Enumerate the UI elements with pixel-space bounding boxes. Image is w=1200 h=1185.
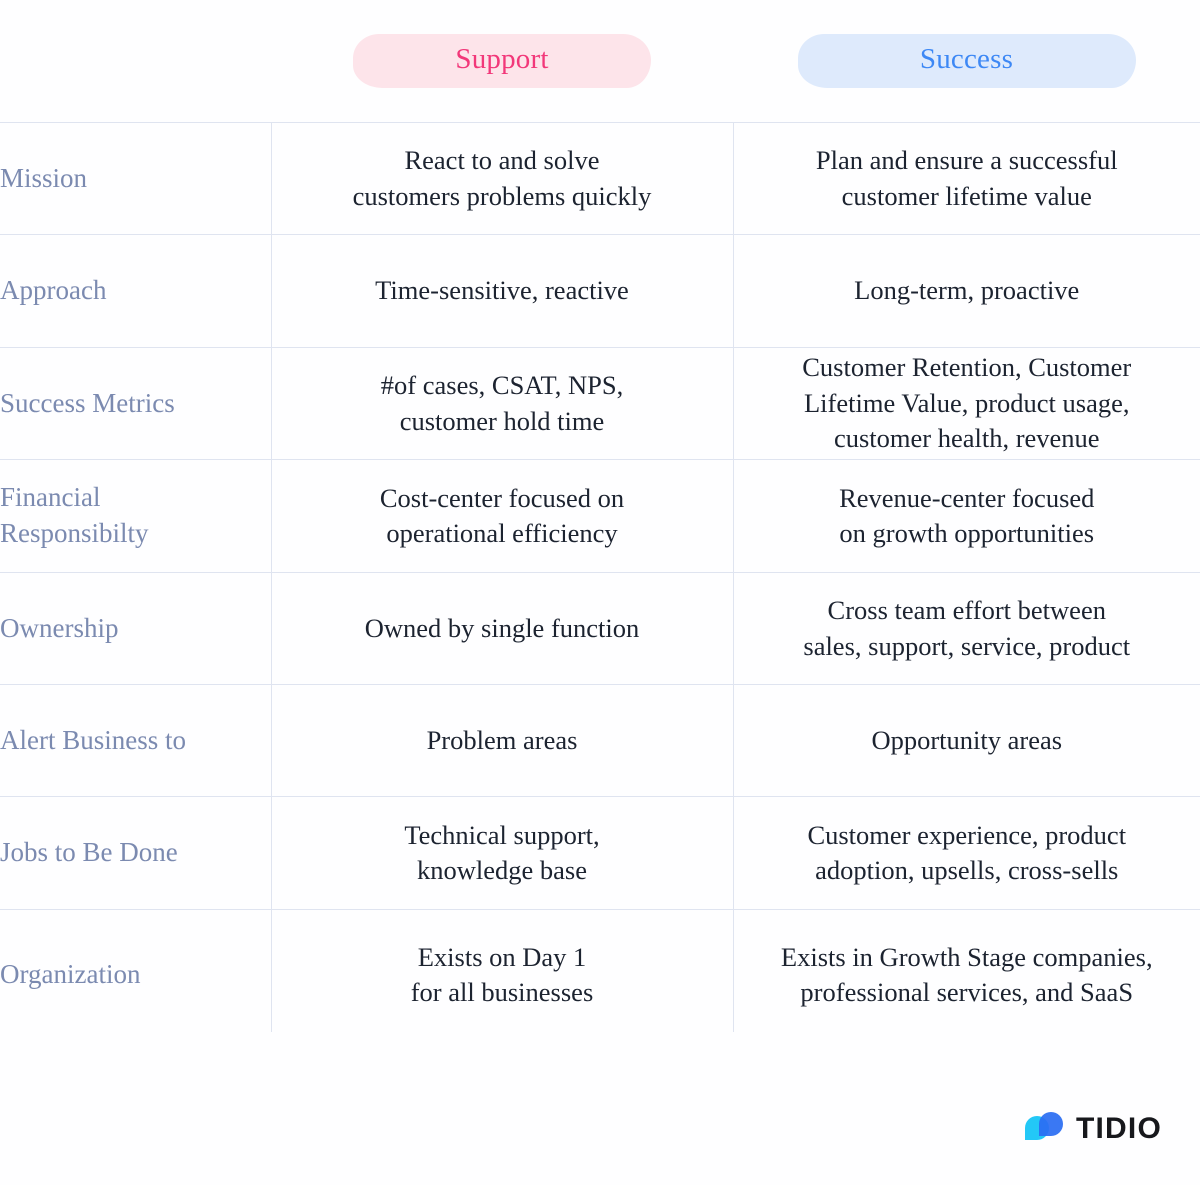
cell-success-financial-responsibility: Revenue-center focused on growth opportun… bbox=[733, 459, 1200, 573]
cell-success-alert-business-to: Opportunity areas bbox=[733, 684, 1200, 797]
cell-support-ownership: Owned by single function bbox=[271, 572, 733, 685]
row-label-organization: Organization bbox=[0, 909, 271, 1041]
table-row: Success Metrics #of cases, CSAT, NPS, cus… bbox=[0, 347, 1200, 460]
cell-support-financial-responsibility: Cost-center focused on operational effici… bbox=[271, 459, 733, 573]
cell-support-mission: React to and solve customers problems qui… bbox=[271, 122, 733, 235]
header-label-spacer bbox=[0, 0, 271, 122]
cell-success-approach: Long-term, proactive bbox=[733, 234, 1200, 348]
tidio-logo: TIDIO bbox=[1023, 1110, 1162, 1148]
cell-support-alert-business-to: Problem areas bbox=[271, 684, 733, 797]
tidio-wordmark: TIDIO bbox=[1076, 1112, 1162, 1145]
table-header-row: Support Success bbox=[0, 0, 1200, 122]
cell-support-jobs-to-be-done: Technical support, knowledge base bbox=[271, 796, 733, 910]
cell-success-ownership: Cross team effort between sales, support,… bbox=[733, 572, 1200, 685]
table-row: Organization Exists on Day 1 for all busi… bbox=[0, 909, 1200, 1041]
header-cell-support: Support bbox=[271, 0, 733, 122]
table-row: Mission React to and solve customers prob… bbox=[0, 122, 1200, 235]
row-label-mission: Mission bbox=[0, 122, 271, 235]
cell-success-success-metrics: Customer Retention, Customer Lifetime Val… bbox=[733, 347, 1200, 460]
row-label-jobs-to-be-done: Jobs to Be Done bbox=[0, 796, 271, 910]
table-row: Financial Responsibilty Cost-center focus… bbox=[0, 459, 1200, 573]
row-label-ownership: Ownership bbox=[0, 572, 271, 685]
row-label-financial-responsibility: Financial Responsibilty bbox=[0, 459, 271, 573]
cell-support-approach: Time-sensitive, reactive bbox=[271, 234, 733, 348]
cell-success-mission: Plan and ensure a successful customer lif… bbox=[733, 122, 1200, 235]
cell-support-success-metrics: #of cases, CSAT, NPS, customer hold time bbox=[271, 347, 733, 460]
column-header-pill-success: Success bbox=[797, 34, 1136, 88]
table-row: Approach Time-sensitive, reactive Long-t… bbox=[0, 234, 1200, 348]
support-vs-success-comparison-table: Mission React to and solve customers prob… bbox=[0, 122, 1200, 1041]
tidio-logo-icon bbox=[1023, 1110, 1065, 1148]
row-label-approach: Approach bbox=[0, 234, 271, 348]
row-label-success-metrics: Success Metrics bbox=[0, 347, 271, 460]
row-label-alert-business-to: Alert Business to bbox=[0, 684, 271, 797]
column-header-pill-support: Support bbox=[353, 34, 651, 88]
cell-success-jobs-to-be-done: Customer experience, product adoption, up… bbox=[733, 796, 1200, 910]
cell-success-organization: Exists in Growth Stage companies, profess… bbox=[733, 909, 1200, 1041]
table-row: Jobs to Be Done Technical support, knowle… bbox=[0, 796, 1200, 910]
table-row: Ownership Owned by single function Cross… bbox=[0, 572, 1200, 685]
header-cell-success: Success bbox=[733, 0, 1200, 122]
footer: TIDIO bbox=[0, 1032, 1200, 1185]
cell-support-organization: Exists on Day 1 for all businesses bbox=[271, 909, 733, 1041]
table-row: Alert Business to Problem areas Opportun… bbox=[0, 684, 1200, 797]
